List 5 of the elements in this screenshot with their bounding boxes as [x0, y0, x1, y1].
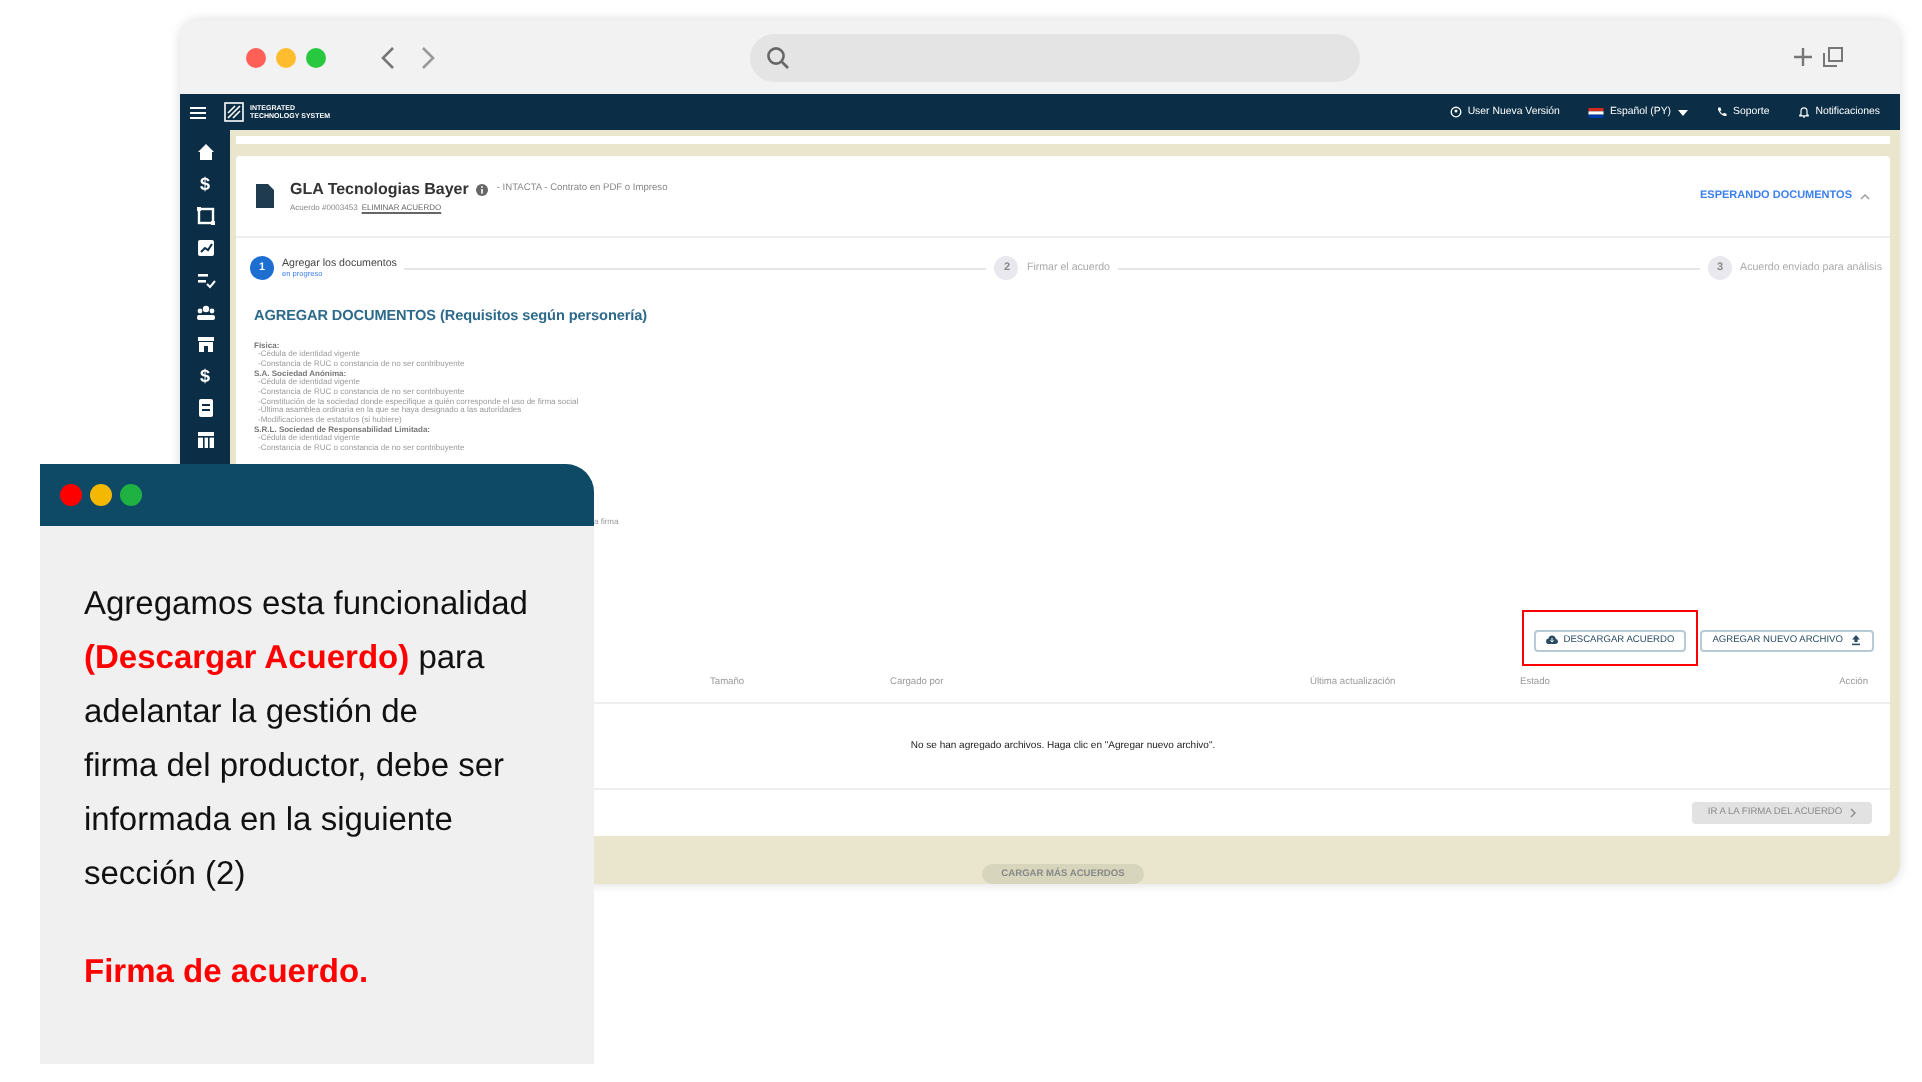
callout-text: Agregamos esta funcionalidad (Descargar Acuerdo) para adelantar la gestión de firma del productor, debe ser informada en la siguiente sección (2) — [84, 584, 530, 896]
dollar-sign[interactable]: $ — [195, 174, 215, 194]
callout-conclusion: Firma de acuerdo. — [84, 954, 371, 992]
dollar-sign[interactable]: $ — [195, 366, 215, 386]
agreement-title: GLA Tecnologias Bayer — [290, 180, 469, 198]
